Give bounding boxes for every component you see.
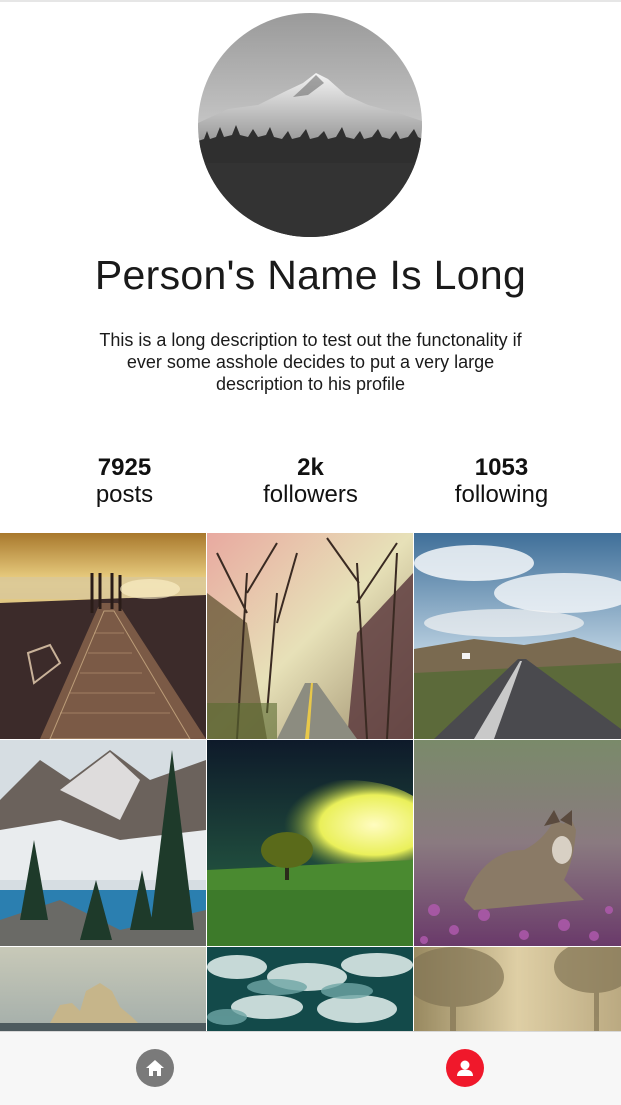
tab-home[interactable] [136,1049,174,1087]
profile-name: Person's Name Is Long [94,252,527,298]
stat-following[interactable]: 1053 following [398,453,605,507]
photo-tile-mountain-lake-pines[interactable] [0,740,206,946]
photo-tile-pier-at-sunset[interactable] [0,533,206,739]
profile-icon [457,1060,473,1076]
avatar[interactable] [198,13,422,237]
stat-followers[interactable]: 2k followers [207,453,414,507]
tab-profile[interactable] [446,1049,484,1087]
photo-tile-wolf-in-flowers[interactable] [414,740,621,946]
home-icon [146,1060,164,1076]
photo-tile-foggy-trees[interactable] [414,947,621,1031]
tab-bar [0,1031,621,1105]
stat-posts-label: posts [95,481,154,508]
photo-tile-highway-under-clouds[interactable] [414,533,621,739]
top-divider [0,0,621,2]
stat-followers-count: 2k [297,454,324,481]
photo-tile-stormy-clouds[interactable] [207,947,413,1031]
profile-bio: This is a long description to test out t… [99,330,522,394]
stat-following-label: following [454,481,549,508]
stat-followers-label: followers [263,481,358,508]
photo-tile-forest-road[interactable] [207,533,413,739]
stat-posts-count: 7925 [97,454,152,481]
avatar-mountain-photo [198,13,422,237]
photo-tile-rock-in-sea[interactable] [0,947,206,1031]
photo-tile-tree-in-green-field[interactable] [207,740,413,946]
photo-grid [0,533,621,1031]
stat-following-count: 1053 [474,454,529,481]
profile-stats: 7925 posts 2k followers 1053 following [0,453,621,513]
stat-posts[interactable]: 7925 posts [21,453,228,507]
